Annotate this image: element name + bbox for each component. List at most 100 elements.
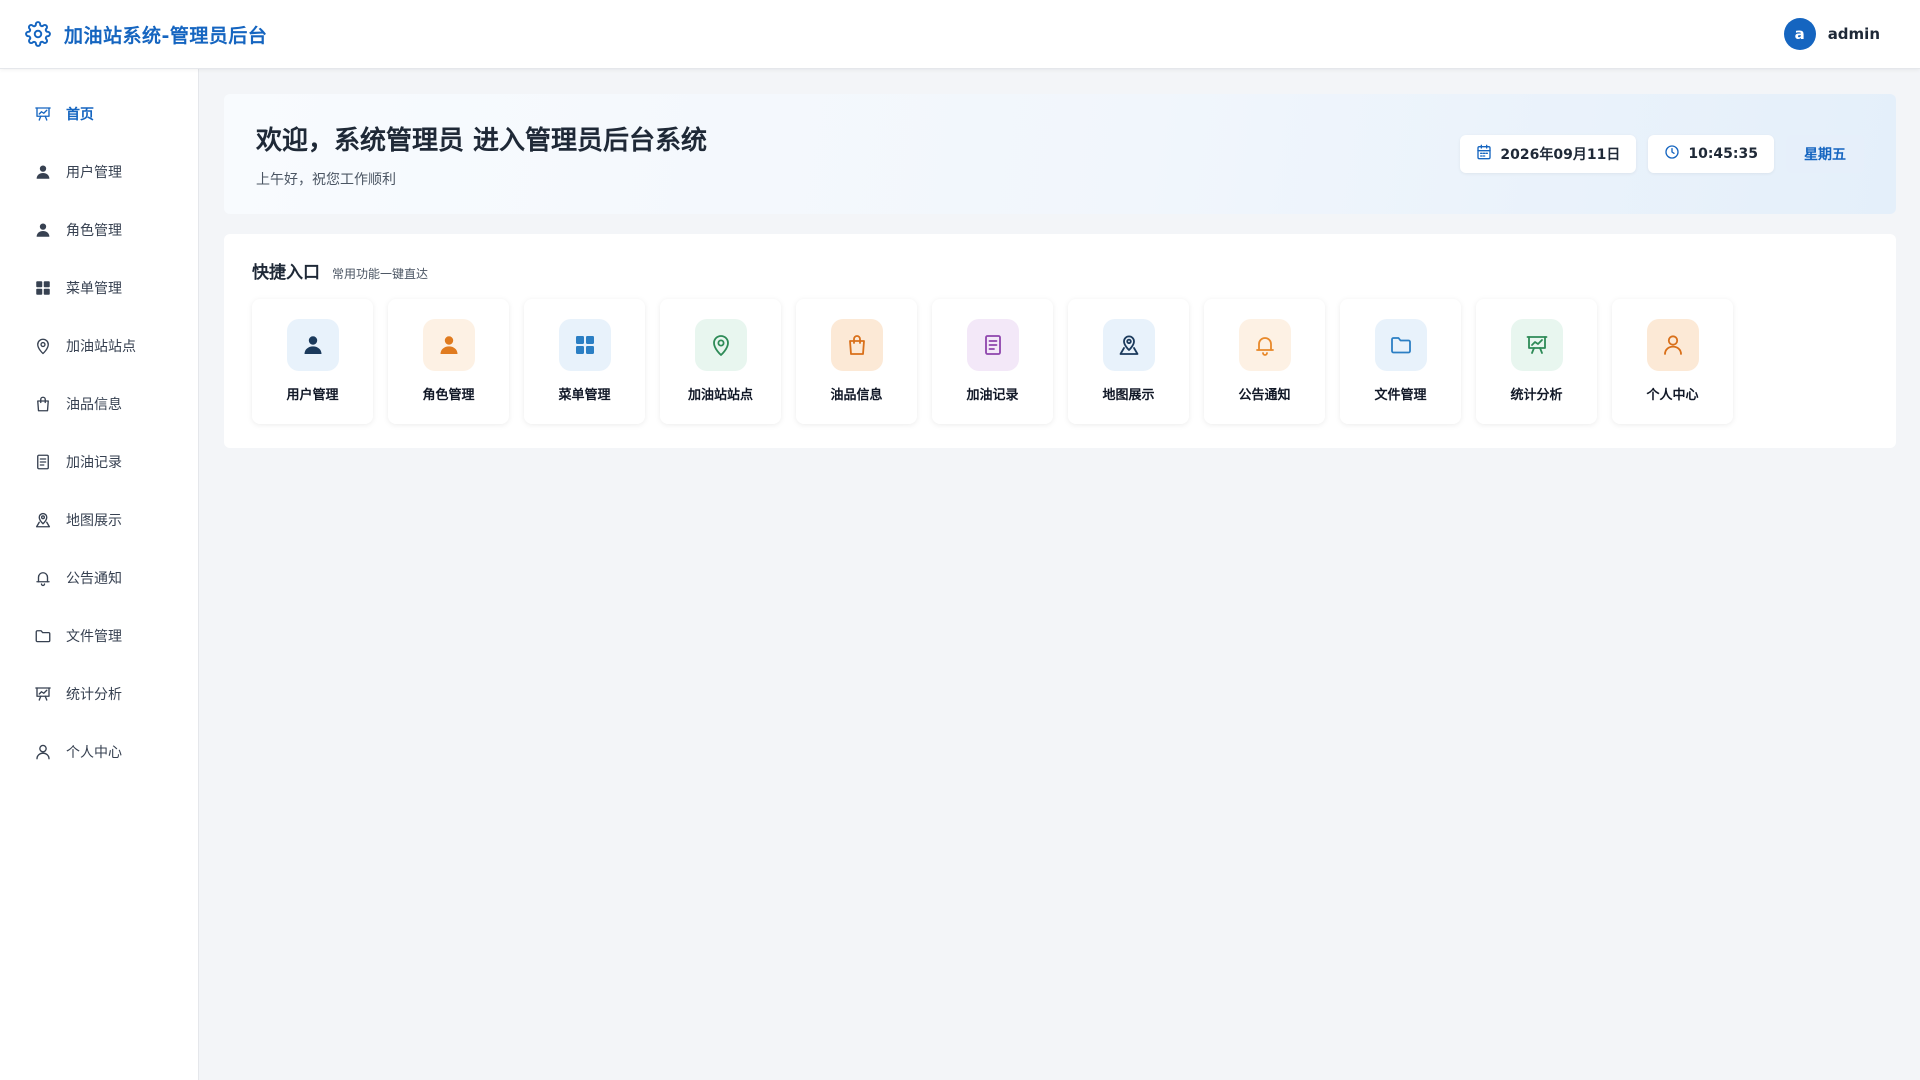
quick-entry-icon-box — [558, 319, 611, 371]
brand[interactable]: 加油站系统-管理员后台 — [24, 20, 267, 48]
quick-entry-0[interactable]: 用户管理 — [252, 299, 373, 424]
document-icon — [34, 453, 52, 471]
user-filled-icon — [34, 221, 52, 239]
quick-entry-label: 油品信息 — [830, 388, 883, 403]
map-location-icon — [1117, 333, 1141, 357]
avatar[interactable]: a — [1783, 18, 1816, 50]
sidebar-item-0[interactable]: 首页 — [0, 85, 198, 143]
sidebar-item-5[interactable]: 油品信息 — [0, 375, 198, 433]
sidebar-item-label: 加油记录 — [66, 455, 122, 471]
user-filled-icon — [301, 333, 325, 357]
quick-entry-label: 公告通知 — [1238, 388, 1291, 403]
location-pin-icon — [709, 333, 733, 357]
map-location-icon — [34, 511, 52, 529]
sidebar-item-label: 公告通知 — [66, 571, 122, 587]
quick-entry-label: 地图展示 — [1102, 388, 1155, 403]
quick-entry-9[interactable]: 统计分析 — [1476, 299, 1597, 424]
user-filled-icon — [34, 163, 52, 181]
quick-entry-label: 用户管理 — [286, 388, 339, 403]
quick-access-title: 快捷入口 — [252, 263, 320, 283]
folder-icon — [34, 627, 52, 645]
gear-icon — [24, 20, 52, 48]
datetime-pills: 2026年09月11日 10:45:35 星期五 — [1460, 135, 1864, 173]
quick-entry-10[interactable]: 个人中心 — [1612, 299, 1733, 424]
user-outline-icon — [34, 743, 52, 761]
quick-entry-label: 加油站站点 — [687, 388, 753, 403]
sidebar-item-1[interactable]: 用户管理 — [0, 143, 198, 201]
weekday-text: 星期五 — [1804, 147, 1846, 163]
quick-access-grid: 用户管理 角色管理 菜单管理 加油站站点 油品信息 加油记录 地图展示 公告通知 文件管理 统计分… — [252, 299, 1868, 424]
sidebar-item-7[interactable]: 地图展示 — [0, 491, 198, 549]
clock-icon — [1664, 144, 1680, 164]
main-content: 欢迎，系统管理员 进入管理员后台系统 上午好，祝您工作顺利 2026年09月11… — [224, 94, 1896, 448]
username[interactable]: admin — [1828, 25, 1880, 43]
date-text: 2026年09月11日 — [1500, 147, 1621, 163]
grid-icon — [573, 333, 597, 357]
quick-entry-5[interactable]: 加油记录 — [932, 299, 1053, 424]
time-text: 10:45:35 — [1688, 146, 1758, 162]
quick-entry-label: 文件管理 — [1374, 388, 1427, 403]
chart-board-icon — [34, 105, 52, 123]
sidebar-item-label: 油品信息 — [66, 397, 122, 413]
sidebar-item-10[interactable]: 统计分析 — [0, 665, 198, 723]
welcome-banner: 欢迎，系统管理员 进入管理员后台系统 上午好，祝您工作顺利 2026年09月11… — [224, 94, 1896, 214]
sidebar: 首页用户管理角色管理菜单管理加油站站点油品信息加油记录地图展示公告通知文件管理统… — [0, 69, 199, 1080]
sidebar-item-8[interactable]: 公告通知 — [0, 549, 198, 607]
sidebar-item-9[interactable]: 文件管理 — [0, 607, 198, 665]
quick-entry-icon-box — [1102, 319, 1155, 371]
user-menu[interactable]: a admin — [1783, 18, 1880, 50]
sidebar-item-label: 文件管理 — [66, 629, 122, 645]
sidebar-item-label: 个人中心 — [66, 745, 122, 761]
sidebar-item-label: 统计分析 — [66, 687, 122, 703]
sidebar-item-3[interactable]: 菜单管理 — [0, 259, 198, 317]
quick-entry-label: 统计分析 — [1510, 388, 1563, 403]
bell-icon — [1253, 333, 1277, 357]
sidebar-item-label: 加油站站点 — [66, 339, 136, 355]
sidebar-item-label: 菜单管理 — [66, 281, 122, 297]
user-filled-icon — [437, 333, 461, 357]
sidebar-item-label: 地图展示 — [66, 513, 122, 529]
bell-icon — [34, 569, 52, 587]
quick-entry-3[interactable]: 加油站站点 — [660, 299, 781, 424]
sidebar-item-6[interactable]: 加油记录 — [0, 433, 198, 491]
quick-entry-6[interactable]: 地图展示 — [1068, 299, 1189, 424]
quick-access-subtitle: 常用功能一键直达 — [332, 267, 429, 281]
location-pin-icon — [34, 337, 52, 355]
date-pill: 2026年09月11日 — [1460, 135, 1637, 173]
quick-access-panel: 快捷入口 常用功能一键直达 用户管理 角色管理 菜单管理 加油站站点 油品信息 加油记录 地… — [224, 234, 1896, 448]
user-outline-icon — [1661, 333, 1685, 357]
quick-entry-icon-box — [830, 319, 883, 371]
top-header: 加油站系统-管理员后台 a admin — [0, 0, 1920, 69]
sidebar-item-label: 角色管理 — [66, 223, 122, 239]
quick-entry-icon-box — [694, 319, 747, 371]
welcome-subtitle: 上午好，祝您工作顺利 — [256, 171, 396, 188]
grid-icon — [34, 279, 52, 297]
quick-entry-icon-box — [1646, 319, 1699, 371]
quick-entry-2[interactable]: 菜单管理 — [524, 299, 645, 424]
calendar-icon — [1476, 144, 1492, 164]
quick-entry-8[interactable]: 文件管理 — [1340, 299, 1461, 424]
sidebar-item-label: 首页 — [66, 107, 94, 123]
shopping-bag-icon — [845, 333, 869, 357]
sidebar-item-11[interactable]: 个人中心 — [0, 723, 198, 781]
quick-entry-1[interactable]: 角色管理 — [388, 299, 509, 424]
quick-entry-label: 菜单管理 — [558, 388, 611, 403]
shopping-bag-icon — [34, 395, 52, 413]
quick-entry-icon-box — [1374, 319, 1427, 371]
welcome-title: 欢迎，系统管理员 进入管理员后台系统 — [256, 125, 708, 156]
document-icon — [981, 333, 1005, 357]
quick-entry-label: 角色管理 — [422, 388, 475, 403]
sidebar-item-4[interactable]: 加油站站点 — [0, 317, 198, 375]
chart-board-icon — [34, 685, 52, 703]
welcome-text: 欢迎，系统管理员 进入管理员后台系统 上午好，祝您工作顺利 — [256, 120, 707, 189]
time-pill: 10:45:35 — [1648, 135, 1774, 173]
folder-icon — [1389, 333, 1413, 357]
weekday-pill: 星期五 — [1786, 135, 1864, 173]
quick-entry-7[interactable]: 公告通知 — [1204, 299, 1325, 424]
quick-entry-4[interactable]: 油品信息 — [796, 299, 917, 424]
quick-entry-icon-box — [1510, 319, 1563, 371]
sidebar-item-2[interactable]: 角色管理 — [0, 201, 198, 259]
quick-entry-icon-box — [286, 319, 339, 371]
quick-entry-label: 个人中心 — [1646, 388, 1699, 403]
sidebar-item-label: 用户管理 — [66, 165, 122, 181]
